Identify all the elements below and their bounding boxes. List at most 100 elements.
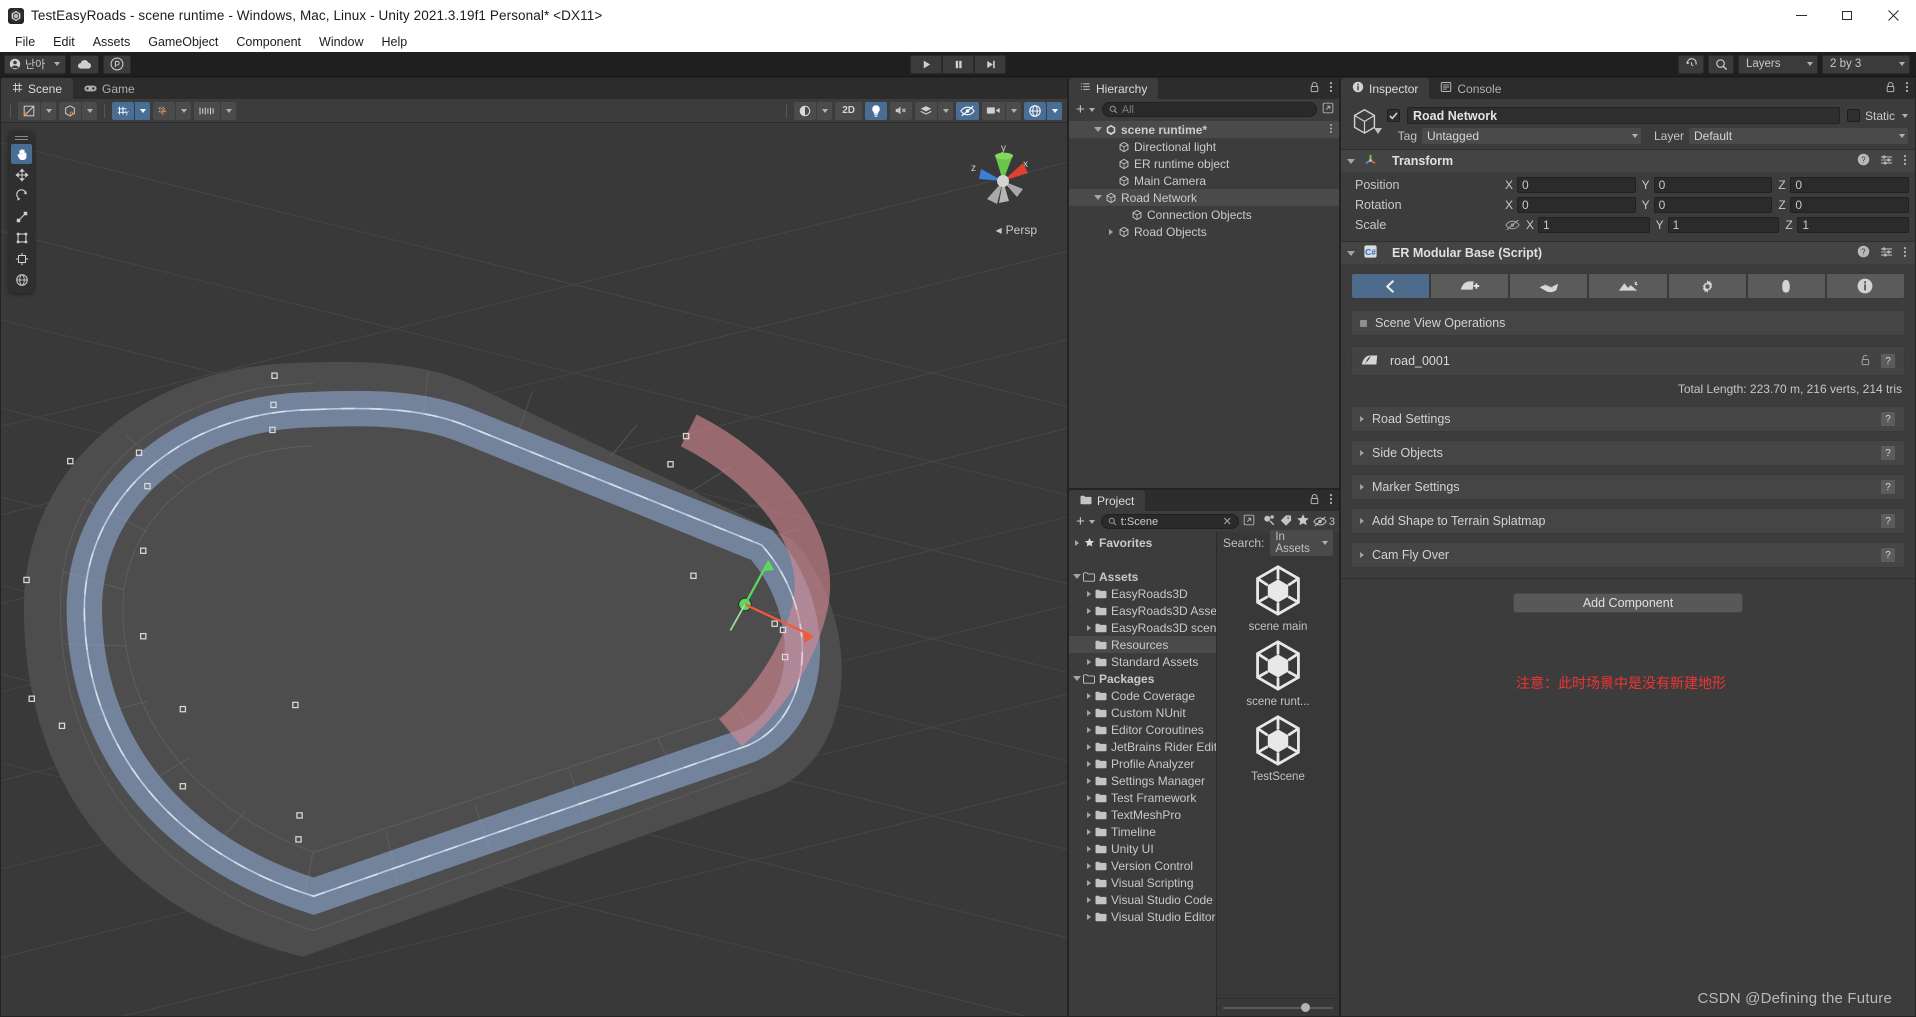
menu-help[interactable]: Help — [372, 34, 416, 50]
menu-edit[interactable]: Edit — [44, 34, 84, 50]
twisty-collapsed[interactable] — [1083, 658, 1094, 665]
twisty-collapsed[interactable] — [1083, 794, 1094, 801]
project-item-timeline[interactable]: Timeline — [1069, 823, 1216, 840]
lock-icon[interactable] — [1309, 81, 1320, 96]
menu-gameobject[interactable]: GameObject — [139, 34, 227, 50]
twisty-collapsed[interactable] — [1360, 518, 1364, 524]
grid-snap-icon[interactable] — [153, 101, 175, 120]
slider-knob[interactable] — [1301, 1002, 1310, 1012]
hierarchy-item-er-runtime-object[interactable]: ER runtime object — [1069, 155, 1339, 172]
minimize-icon[interactable] — [1778, 0, 1824, 31]
twisty-collapsed[interactable] — [1083, 879, 1094, 886]
snap-increment-dropdown[interactable] — [221, 101, 236, 120]
tab-game[interactable]: Game — [73, 78, 146, 99]
hierarchy-item-directional-light[interactable]: Directional light — [1069, 138, 1339, 155]
hierarchy-add-button[interactable]: + — [1073, 102, 1098, 117]
position-y-input[interactable]: 0 — [1653, 177, 1773, 193]
project-item-easyroads3d-scenes[interactable]: EasyRoads3D scenes — [1069, 619, 1216, 636]
rotation-y-input[interactable]: 0 — [1653, 197, 1773, 213]
hierarchy-item-main-camera[interactable]: Main Camera — [1069, 172, 1339, 189]
asset-item[interactable]: TestScene — [1241, 714, 1315, 783]
preset-icon[interactable] — [1880, 154, 1893, 169]
shading-dropdown[interactable] — [82, 101, 97, 120]
menu-window[interactable]: Window — [310, 34, 372, 50]
save-search-icon[interactable] — [1242, 513, 1256, 530]
road-help-button[interactable]: ? — [1880, 353, 1896, 369]
scene-view-operations-section[interactable]: Scene View Operations — [1351, 310, 1905, 336]
twisty-collapsed[interactable] — [1083, 760, 1094, 767]
help-icon[interactable]: ? — [1857, 245, 1870, 261]
twisty-expanded[interactable] — [1345, 250, 1357, 256]
project-item-editor-coroutines[interactable]: Editor Coroutines — [1069, 721, 1216, 738]
rect-tool[interactable] — [11, 228, 32, 248]
twisty-expanded[interactable] — [1091, 127, 1104, 132]
pause-icon[interactable] — [942, 54, 974, 74]
project-item-code-coverage[interactable]: Code Coverage — [1069, 687, 1216, 704]
rotation-x-input[interactable]: 0 — [1517, 197, 1636, 213]
asset-grid[interactable]: scene main scene runt... TestScene — [1217, 552, 1339, 998]
add-component-button[interactable]: Add Component — [1513, 593, 1743, 613]
transform-header[interactable]: Transform ? — [1341, 150, 1915, 172]
project-item-visual-studio-code-editor[interactable]: Visual Studio Code Edit — [1069, 891, 1216, 908]
layer-dropdown[interactable]: Default — [1689, 128, 1908, 144]
twisty-collapsed[interactable] — [1083, 828, 1094, 835]
project-item-standard-assets[interactable]: Standard Assets — [1069, 653, 1216, 670]
twisty-collapsed[interactable] — [1071, 539, 1082, 546]
project-item-visual-studio-editor[interactable]: Visual Studio Editor — [1069, 908, 1216, 925]
twisty-expanded[interactable] — [1071, 676, 1082, 681]
custom-editor-tool[interactable] — [11, 270, 32, 290]
section-add-shape-to-terrain-splatmap[interactable]: Add Shape to Terrain Splatmap ? — [1351, 508, 1905, 534]
section-help-button[interactable]: ? — [1880, 411, 1896, 427]
project-item-textmeshpro[interactable]: TextMeshPro — [1069, 806, 1216, 823]
hierarchy-item-connection-objects[interactable]: Connection Objects — [1069, 206, 1339, 223]
twisty-expanded[interactable] — [1071, 574, 1082, 579]
search-icon[interactable] — [1708, 54, 1734, 74]
project-item-custom-nunit[interactable]: Custom NUnit — [1069, 704, 1216, 721]
crossing-tab[interactable] — [1509, 273, 1589, 299]
lighting-icon[interactable] — [865, 101, 887, 120]
info-tab[interactable] — [1825, 273, 1905, 299]
filter-type-icon[interactable] — [1262, 513, 1276, 530]
draw-mode-dropdown[interactable] — [41, 101, 56, 120]
twisty-collapsed[interactable] — [1083, 709, 1094, 716]
back-arrow-tab[interactable] — [1351, 273, 1431, 299]
shaded-mode-icon[interactable] — [794, 101, 817, 120]
section-cam-fly-over[interactable]: Cam Fly Over ? — [1351, 542, 1905, 568]
menu-component[interactable]: Component — [227, 34, 310, 50]
position-z-input[interactable]: 0 — [1790, 177, 1910, 193]
asset-item[interactable]: scene main — [1241, 564, 1315, 633]
twisty-collapsed[interactable] — [1083, 743, 1094, 750]
add-road-tab[interactable] — [1430, 273, 1510, 299]
twisty-collapsed[interactable] — [1083, 607, 1094, 614]
twisty-collapsed[interactable] — [1083, 896, 1094, 903]
close-icon[interactable] — [1870, 0, 1916, 31]
kebab-icon[interactable] — [1329, 493, 1333, 508]
clear-x-icon[interactable]: ✕ — [1223, 515, 1232, 528]
twisty-collapsed[interactable] — [1083, 862, 1094, 869]
undo-history-icon[interactable] — [1678, 54, 1704, 74]
play-icon[interactable] — [910, 54, 942, 74]
project-item-resources[interactable]: Resources — [1069, 636, 1216, 653]
twisty-collapsed[interactable] — [1360, 450, 1364, 456]
preset-icon[interactable] — [1880, 246, 1893, 261]
kebab-icon[interactable] — [1329, 81, 1333, 96]
section-road-settings[interactable]: Road Settings ? — [1351, 406, 1905, 432]
tab-inspector[interactable]: Inspector — [1341, 78, 1430, 99]
collab-icon[interactable] — [103, 54, 132, 74]
twisty-expanded[interactable] — [1345, 158, 1357, 164]
tag-dropdown[interactable]: Untagged — [1422, 128, 1641, 144]
project-item-assets[interactable]: Assets — [1069, 568, 1216, 585]
tab-project[interactable]: Project — [1069, 490, 1146, 511]
project-item-jetbrains-rider-editor[interactable]: JetBrains Rider Editor — [1069, 738, 1216, 755]
section-help-button[interactable]: ? — [1880, 445, 1896, 461]
hierarchy-search-field[interactable] — [1101, 102, 1317, 117]
hierarchy-item-road-network[interactable]: Road Network — [1069, 189, 1339, 206]
twisty-collapsed[interactable] — [1360, 484, 1364, 490]
twisty-collapsed[interactable] — [1083, 692, 1094, 699]
layers-dropdown[interactable]: Layers — [1738, 54, 1818, 74]
static-toggle[interactable]: Static — [1846, 109, 1908, 123]
twisty-collapsed[interactable] — [1083, 726, 1094, 733]
constrain-proportions-off-icon[interactable] — [1505, 219, 1520, 231]
toggle-2d-button[interactable]: 2D — [835, 101, 862, 120]
maximize-icon[interactable] — [1824, 0, 1870, 31]
